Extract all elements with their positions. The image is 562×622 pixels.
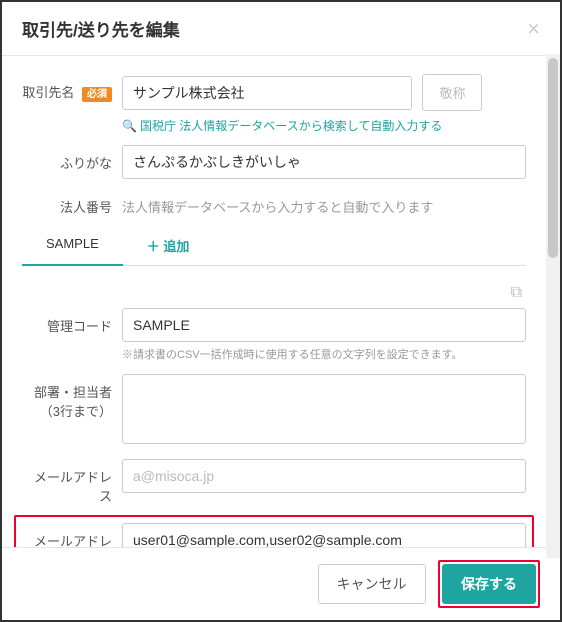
- dept-label-2: （3行まで）: [22, 401, 112, 420]
- tab-sample[interactable]: SAMPLE: [22, 226, 123, 266]
- modal-title: 取引先/送り先を編集: [22, 16, 180, 41]
- required-badge: 必須: [82, 87, 112, 102]
- email-input[interactable]: [122, 459, 526, 493]
- code-label: 管理コード: [22, 308, 122, 335]
- corpnum-text: 法人情報データベースから入力すると自動で入ります: [122, 189, 526, 216]
- tab-add[interactable]: ＋ 追加: [123, 226, 214, 265]
- name-input[interactable]: [122, 76, 412, 110]
- email-label: メールアドレス: [22, 459, 122, 505]
- furigana-input[interactable]: [122, 145, 526, 179]
- copy-icon[interactable]: ⧉: [22, 284, 526, 302]
- close-icon[interactable]: ×: [527, 18, 540, 40]
- cc-input[interactable]: [122, 523, 526, 548]
- dept-label-1: 部署・担当者: [22, 382, 112, 401]
- search-icon: 🔍: [122, 119, 137, 133]
- honorific-input[interactable]: 敬称: [422, 74, 482, 111]
- code-input[interactable]: [122, 308, 526, 342]
- dept-textarea[interactable]: [122, 374, 526, 444]
- code-helper: ※請求書のCSV一括作成時に使用する任意の文字列を設定できます。: [122, 347, 526, 364]
- cancel-button[interactable]: キャンセル: [318, 564, 426, 604]
- corpnum-label: 法人番号: [22, 189, 122, 216]
- name-label: 取引先名: [22, 85, 74, 100]
- db-search-link[interactable]: 🔍国税庁 法人情報データベースから検索して自動入力する: [122, 117, 442, 134]
- cc-label-1: メールアドレス: [22, 531, 112, 548]
- save-button[interactable]: 保存する: [442, 564, 536, 604]
- cc-highlight-box: メールアドレス （CC） メール送信時のCCに設定したメールアドレスを追加します…: [14, 515, 534, 548]
- furigana-label: ふりがな: [22, 145, 122, 172]
- save-highlight: 保存する: [438, 560, 540, 608]
